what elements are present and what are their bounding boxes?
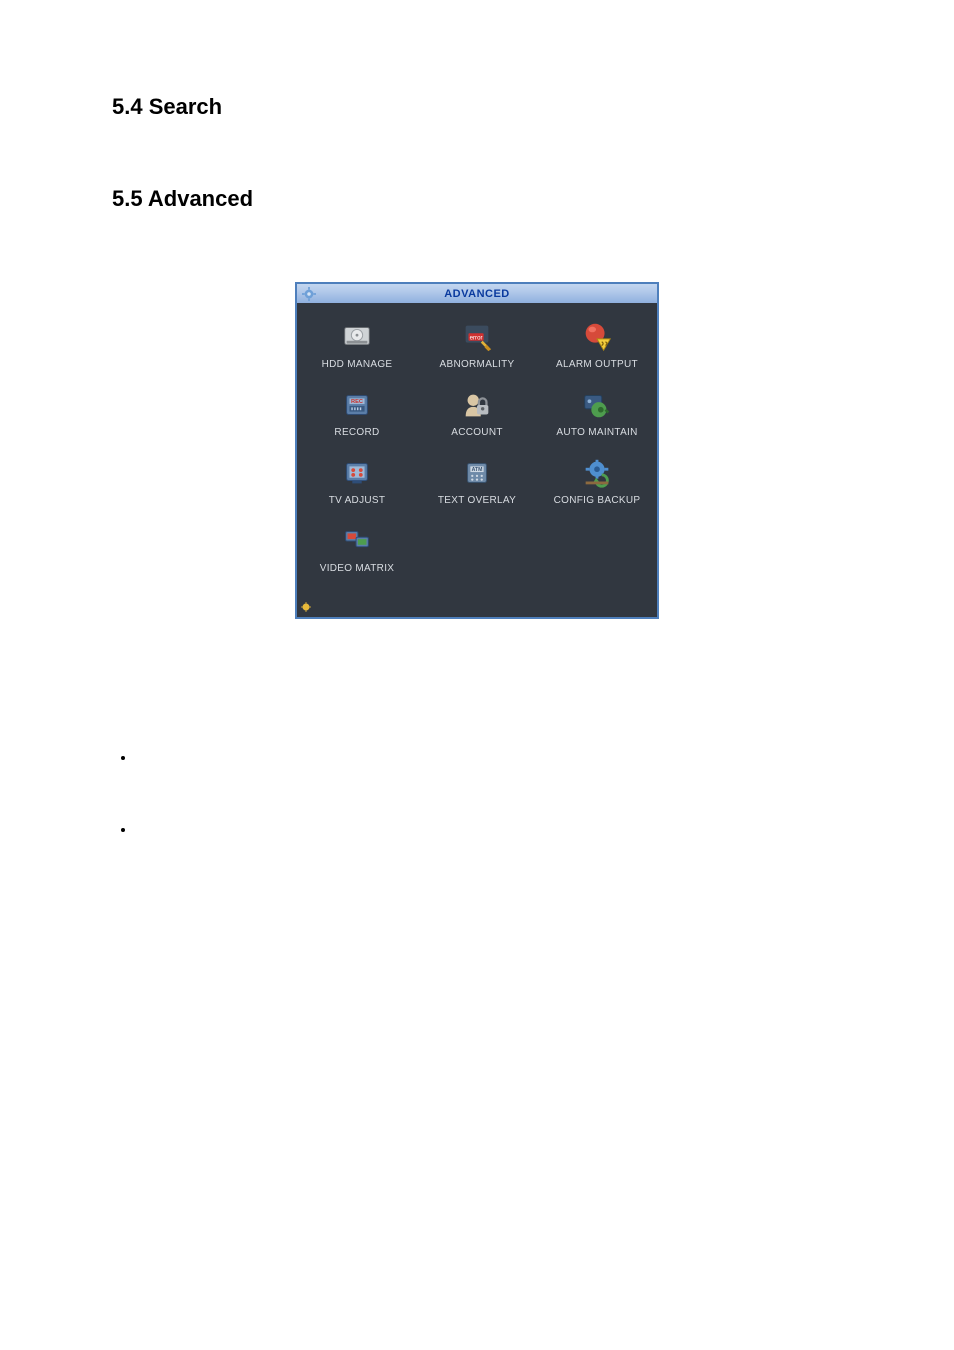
menu-item-tv-adjust[interactable]: TV ADJUST xyxy=(297,449,417,517)
alarm-icon xyxy=(579,319,615,355)
menu-label: HDD MANAGE xyxy=(322,359,393,370)
record-icon: REC xyxy=(339,387,375,423)
menu-item-account[interactable]: ACCOUNT xyxy=(417,381,537,449)
window-titlebar: ADVANCED xyxy=(297,284,657,303)
bullet-list xyxy=(112,749,842,837)
error-icon: error xyxy=(459,319,495,355)
svg-text:REC: REC xyxy=(351,399,363,405)
menu-item-video-matrix[interactable]: VIDEO MATRIX xyxy=(297,517,417,585)
menu-item-hdd-manage[interactable]: HDD MANAGE xyxy=(297,313,417,381)
bullet-item xyxy=(136,749,842,765)
atm-icon: ATM xyxy=(459,455,495,491)
menu-grid: HDD MANAGE error ABNORMALITY xyxy=(297,303,657,591)
hdd-icon xyxy=(339,319,375,355)
menu-label: RECORD xyxy=(334,427,379,438)
section-heading-advanced: 5.5 Advanced xyxy=(112,186,842,212)
menu-item-abnormality[interactable]: error ABNORMALITY xyxy=(417,313,537,381)
menu-item-text-overlay[interactable]: ATM TEXT OVERLAY xyxy=(417,449,537,517)
cursor-icon xyxy=(301,599,311,609)
menu-label: VIDEO MATRIX xyxy=(320,563,395,574)
window-footer xyxy=(297,591,657,617)
menu-item-alarm-output[interactable]: ALARM OUTPUT xyxy=(537,313,657,381)
menu-label: TV ADJUST xyxy=(329,495,386,506)
menu-label: TEXT OVERLAY xyxy=(438,495,516,506)
advanced-window: ADVANCED HDD MANAGE xyxy=(295,282,659,619)
menu-label: AUTO MAINTAIN xyxy=(556,427,637,438)
tv-icon xyxy=(339,455,375,491)
svg-text:ATM: ATM xyxy=(472,467,483,473)
svg-text:error: error xyxy=(470,334,483,341)
account-icon xyxy=(459,387,495,423)
window-title: ADVANCED xyxy=(297,288,657,300)
menu-item-record[interactable]: REC RECORD xyxy=(297,381,417,449)
menu-label: ABNORMALITY xyxy=(440,359,515,370)
maintain-icon xyxy=(579,387,615,423)
section-heading-search: 5.4 Search xyxy=(112,94,842,120)
menu-item-config-backup[interactable]: CONFIG BACKUP xyxy=(537,449,657,517)
menu-label: ALARM OUTPUT xyxy=(556,359,638,370)
backup-icon xyxy=(579,455,615,491)
menu-item-auto-maintain[interactable]: AUTO MAINTAIN xyxy=(537,381,657,449)
menu-label: CONFIG BACKUP xyxy=(554,495,641,506)
matrix-icon xyxy=(339,523,375,559)
bullet-item xyxy=(136,821,842,837)
menu-label: ACCOUNT xyxy=(451,427,503,438)
